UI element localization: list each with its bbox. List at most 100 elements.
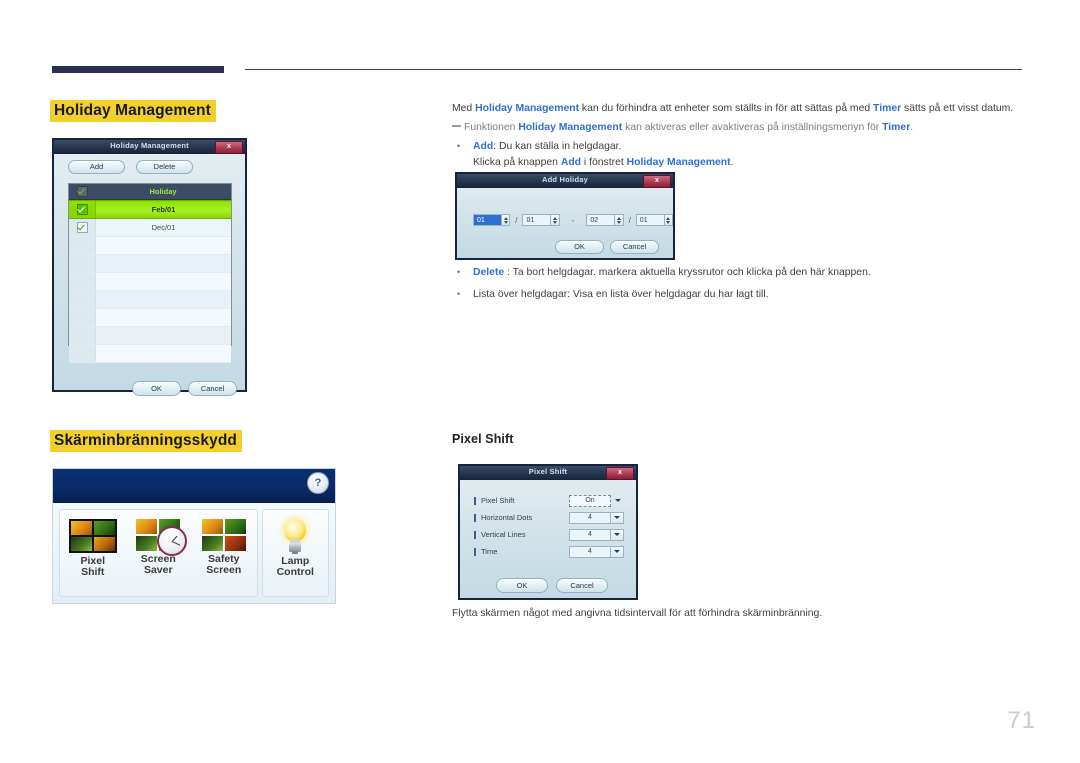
osd-item-screen-saver[interactable]: Screen Saver bbox=[126, 510, 192, 596]
row-checkbox-cell bbox=[69, 345, 96, 362]
clock-icon bbox=[157, 526, 188, 556]
table-row-empty[interactable] bbox=[69, 273, 231, 291]
setting-value-vertical-lines[interactable]: 4 bbox=[569, 528, 611, 541]
bullet-add-line2: Klicka på knappen Add i fönstret Holiday… bbox=[473, 155, 1027, 171]
checkbox-checked-icon[interactable] bbox=[76, 204, 88, 215]
note-text-3: . bbox=[910, 122, 914, 133]
bullet-delete-text: : Ta bort helgdagar. markera aktuella kr… bbox=[504, 267, 871, 278]
end-month-input[interactable]: 02 bbox=[586, 214, 616, 226]
ok-button[interactable]: OK bbox=[132, 381, 181, 396]
row-date: Feb/01 bbox=[151, 205, 176, 214]
header-checkbox-cell[interactable] bbox=[69, 184, 95, 199]
close-icon[interactable]: x bbox=[643, 175, 671, 188]
setting-value-time[interactable]: 4 bbox=[569, 545, 611, 558]
row-checkbox-cell bbox=[69, 291, 96, 308]
cancel-button[interactable]: Cancel bbox=[556, 578, 608, 593]
osd-item-pixel-shift[interactable]: Pixel Shift bbox=[60, 510, 126, 596]
note-term-timer: Timer bbox=[882, 122, 911, 133]
table-row-empty[interactable] bbox=[69, 327, 231, 345]
table-row-empty[interactable] bbox=[69, 255, 231, 273]
chevron-down-icon[interactable] bbox=[611, 495, 624, 507]
cancel-button[interactable]: Cancel bbox=[610, 240, 659, 254]
bullet-bar-icon bbox=[474, 547, 476, 556]
setting-row-pixel-shift: Pixel Shift On bbox=[474, 492, 624, 509]
end-day-input[interactable]: 01 bbox=[635, 214, 665, 226]
checkbox-checked-icon[interactable] bbox=[76, 222, 88, 233]
intro-term-timer: Timer bbox=[873, 103, 902, 114]
date-range-row: 01 / 01 - 02 / 01 bbox=[457, 214, 674, 226]
close-icon[interactable]: x bbox=[215, 141, 243, 154]
row-checkbox-cell bbox=[69, 255, 96, 272]
delete-button[interactable]: Delete bbox=[136, 160, 193, 174]
pixel-shift-caption: Flytta skärmen något med angivna tidsint… bbox=[452, 608, 823, 619]
bullet-add-l5: . bbox=[730, 156, 734, 168]
setting-row-vertical-lines: Vertical Lines 4 bbox=[474, 526, 624, 543]
table-row-empty[interactable] bbox=[69, 345, 231, 363]
caret-up-icon bbox=[552, 216, 557, 220]
holiday-list[interactable]: Holiday Feb/01 Dec/01 bbox=[68, 183, 232, 363]
row-checkbox-cell bbox=[69, 327, 96, 344]
table-row-empty[interactable] bbox=[69, 309, 231, 327]
setting-label-text: Vertical Lines bbox=[481, 530, 526, 539]
setting-value-horizontal-dots[interactable]: 4 bbox=[569, 511, 611, 524]
table-row-empty[interactable] bbox=[69, 291, 231, 309]
start-day-input[interactable]: 01 bbox=[522, 214, 552, 226]
caret-up-icon bbox=[503, 216, 508, 220]
table-row-empty[interactable] bbox=[69, 237, 231, 255]
osd-item-lamp-control[interactable]: Lamp Control bbox=[263, 510, 329, 596]
setting-label: Time bbox=[474, 547, 569, 556]
screen-burn-osd-panel: ? Pixel Shift Screen Saver Safety Screen… bbox=[52, 468, 336, 604]
range-separator: - bbox=[571, 215, 575, 225]
add-holiday-dialog: Add Holiday x 01 / 01 - 02 / 01 OK Cance… bbox=[455, 172, 675, 260]
pixel-shift-body: Pixel Shift On Horizontal Dots 4 Vertica… bbox=[460, 480, 636, 598]
holiday-list-header: Holiday bbox=[69, 184, 231, 200]
end-day-stepper[interactable] bbox=[664, 214, 674, 226]
caret-down-icon bbox=[666, 220, 671, 224]
heading-pixel-shift: Pixel Shift bbox=[452, 432, 514, 446]
start-day-stepper[interactable] bbox=[551, 214, 560, 226]
osd-group-screen: Pixel Shift Screen Saver Safety Screen bbox=[59, 509, 258, 597]
chevron-down-icon[interactable] bbox=[611, 545, 624, 558]
holiday-management-dialog: Holiday Management x Add Delete Holiday … bbox=[52, 138, 247, 396]
row-checkbox-cell[interactable] bbox=[69, 201, 96, 218]
row-date bbox=[96, 345, 231, 362]
thumb-quadrant bbox=[93, 521, 115, 535]
manual-page: Holiday Management Skärminbränningsskydd… bbox=[0, 0, 1080, 763]
thumb-quadrant bbox=[201, 519, 223, 534]
caret-up-icon bbox=[616, 216, 621, 220]
close-icon[interactable]: x bbox=[606, 467, 634, 480]
bullet-delete-line: Delete : Ta bort helgdagar. markera aktu… bbox=[473, 265, 1027, 281]
osd-item-safety-screen[interactable]: Safety Screen bbox=[191, 510, 257, 596]
thumb-quadrant bbox=[224, 519, 246, 534]
select-all-checkbox-icon[interactable] bbox=[76, 186, 88, 197]
caret-down-icon bbox=[503, 220, 508, 224]
osd-label-line2: Control bbox=[276, 566, 314, 579]
table-row[interactable]: Dec/01 bbox=[69, 219, 231, 237]
setting-value-pixel-shift[interactable]: On bbox=[569, 494, 611, 507]
osd-item-label: Screen Saver bbox=[141, 553, 176, 577]
chevron-down-icon[interactable] bbox=[611, 528, 624, 541]
note-dash-icon bbox=[452, 125, 461, 127]
table-row[interactable]: Feb/01 bbox=[69, 200, 231, 219]
ok-button[interactable]: OK bbox=[555, 240, 604, 254]
row-date bbox=[96, 273, 231, 290]
caret-glyph bbox=[614, 550, 620, 553]
setting-row-time: Time 4 bbox=[474, 543, 624, 560]
chevron-down-icon[interactable] bbox=[611, 511, 624, 524]
end-month-stepper[interactable] bbox=[615, 214, 624, 226]
start-month-input[interactable]: 01 bbox=[473, 214, 502, 226]
start-month-stepper[interactable] bbox=[501, 214, 511, 226]
bullet-add-text: : Du kan ställa in helgdagar. bbox=[493, 141, 622, 152]
row-date bbox=[96, 237, 231, 254]
add-button[interactable]: Add bbox=[68, 160, 125, 174]
thumb-quadrant bbox=[136, 519, 158, 534]
row-checkbox-cell[interactable] bbox=[69, 219, 96, 236]
pixel-shift-titlebar: Pixel Shift x bbox=[460, 466, 636, 480]
caret-glyph bbox=[614, 516, 620, 519]
help-icon[interactable]: ? bbox=[307, 472, 329, 494]
cancel-button[interactable]: Cancel bbox=[188, 381, 237, 396]
caret-up-icon bbox=[666, 216, 671, 220]
ok-button[interactable]: OK bbox=[496, 578, 548, 593]
osd-label-line2: Saver bbox=[143, 564, 173, 577]
column-header-holiday: Holiday bbox=[149, 187, 177, 196]
